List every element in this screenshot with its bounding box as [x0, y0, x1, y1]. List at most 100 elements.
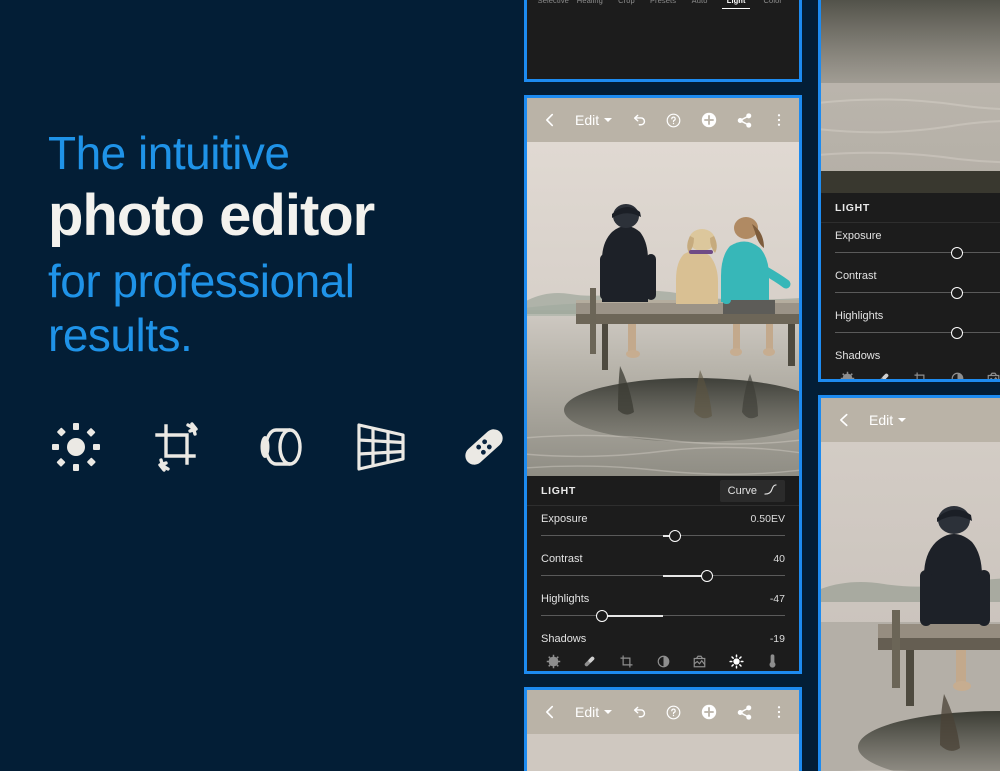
slider-track[interactable] [541, 608, 785, 624]
app-bar: Edit [821, 398, 1000, 442]
slider-knob[interactable] [596, 610, 608, 622]
headline-line-3: for professional [48, 255, 355, 307]
slider-line [835, 332, 1000, 333]
slider-track[interactable] [541, 528, 785, 544]
slider-track[interactable] [541, 568, 785, 584]
phone-screenshot-right-top: LIGHT Exposure Contrast Highlights Shado… [818, 0, 1000, 382]
chevron-down-icon [604, 118, 613, 122]
tool-auto[interactable]: Auto [681, 0, 718, 8]
slider-track[interactable] [835, 245, 1000, 261]
edit-toolbar[interactable]: Selective Healing Crop [527, 0, 799, 13]
color-icon [765, 651, 780, 671]
slider-highlights[interactable]: Highlights -47 [527, 586, 799, 626]
tool-color[interactable]: Color [754, 651, 791, 674]
more-vertical-icon[interactable] [771, 704, 787, 720]
tool-label: Light [727, 673, 746, 674]
tool-presets[interactable]: Presets [645, 651, 682, 671]
photo-canvas[interactable] [821, 442, 1000, 771]
selective-icon [546, 651, 561, 671]
slider-track[interactable] [835, 285, 1000, 301]
tool-selective[interactable]: Selective [829, 368, 866, 379]
light-icon [48, 418, 104, 476]
dock-photo-zoom [821, 0, 1000, 193]
healing-brush-icon [456, 418, 512, 476]
slider-value: 40 [773, 553, 785, 565]
share-icon[interactable] [736, 112, 753, 129]
slider-knob[interactable] [700, 570, 713, 582]
slider-track[interactable] [835, 325, 1000, 341]
tool-label: Crop [618, 0, 635, 5]
tool-crop[interactable]: Crop [608, 651, 645, 671]
slider-shadows[interactable]: Shadows [821, 343, 1000, 364]
slider-shadows[interactable]: Shadows -19 [527, 626, 799, 647]
plus-circle-icon[interactable] [700, 111, 718, 129]
plus-circle-icon[interactable] [700, 703, 718, 721]
edit-menu-label: Edit [869, 412, 894, 428]
panel-header: LIGHT Curve [527, 476, 799, 506]
edit-menu-button[interactable]: Edit [869, 412, 907, 428]
tool-healing[interactable]: Healing [866, 368, 903, 379]
tool-presets[interactable]: Presets [939, 368, 976, 379]
photo-canvas[interactable] [527, 734, 799, 771]
help-circle-icon[interactable] [665, 704, 682, 721]
slider-contrast[interactable]: Contrast [821, 263, 1000, 303]
slider-knob[interactable] [951, 327, 963, 339]
tool-selective[interactable]: Selective [535, 0, 572, 8]
tool-label: Auto [691, 0, 708, 5]
tool-presets[interactable]: Presets [645, 0, 682, 8]
back-arrow-icon[interactable] [833, 409, 855, 431]
tool-label: Auto [692, 673, 708, 674]
back-arrow-icon[interactable] [539, 701, 561, 723]
slider-highlights[interactable]: Highlights [821, 303, 1000, 343]
selective-icon [840, 368, 855, 379]
slider-value: -19 [769, 633, 785, 645]
slider-value: -47 [769, 593, 785, 605]
edit-toolbar[interactable]: Selective Healing Crop [821, 364, 1000, 379]
share-icon[interactable] [736, 704, 753, 721]
edit-toolbar[interactable]: Selective Healing Crop [527, 647, 799, 674]
undo-icon[interactable] [630, 704, 647, 721]
tool-selective[interactable]: Selective [535, 651, 572, 671]
crop-icon [619, 651, 634, 671]
tool-label: Color [764, 673, 782, 674]
slider-knob[interactable] [951, 247, 963, 259]
undo-icon[interactable] [630, 112, 647, 129]
help-circle-icon[interactable] [665, 112, 682, 129]
slider-contrast[interactable]: Contrast 40 [527, 546, 799, 586]
tool-auto[interactable]: Auto [681, 651, 718, 674]
tool-light[interactable]: Light [718, 651, 755, 674]
app-bar: Edit [527, 98, 799, 142]
tool-label: Healing [576, 0, 603, 5]
phone-screenshot-bottom: Edit [524, 687, 802, 771]
headline-line-4: results. [48, 309, 193, 361]
more-vertical-icon[interactable] [771, 112, 787, 128]
panel-title: LIGHT [541, 484, 576, 497]
auto-icon [692, 651, 707, 671]
tool-crop[interactable]: Crop [902, 368, 939, 379]
light-panel-right: LIGHT Exposure Contrast Highlights Shado… [821, 193, 1000, 379]
curve-button[interactable]: Curve [719, 479, 785, 502]
crop-rotate-icon [150, 418, 206, 476]
tool-healing[interactable]: Healing [572, 651, 609, 671]
slider-value: 0.50EV [750, 513, 785, 525]
phone-screenshot-main: Edit LIGHT Curve Exposure 0.50EV Contras… [524, 95, 802, 674]
tool-light[interactable]: Light [718, 0, 755, 9]
tone-curve-icon [764, 483, 777, 498]
slider-exposure[interactable]: Exposure 0.50EV [527, 506, 799, 546]
chevron-down-icon [604, 710, 613, 714]
back-arrow-icon[interactable] [539, 109, 561, 131]
tool-crop[interactable]: Crop [608, 0, 645, 8]
tool-label: Color [763, 0, 782, 5]
tool-color[interactable]: Color [754, 0, 791, 8]
tool-auto[interactable]: Auto [975, 368, 1000, 379]
slider-exposure[interactable]: Exposure [821, 223, 1000, 263]
slider-knob[interactable] [951, 287, 963, 299]
tool-healing[interactable]: Healing [572, 0, 609, 8]
photo-canvas[interactable] [821, 0, 1000, 193]
promo-page: The intuitive photo editor for professio… [0, 0, 1000, 771]
slider-knob[interactable] [669, 530, 682, 542]
edit-menu-button[interactable]: Edit [575, 704, 613, 720]
edit-menu-button[interactable]: Edit [575, 112, 613, 128]
presets-icon [656, 651, 671, 671]
photo-canvas[interactable] [527, 142, 799, 476]
